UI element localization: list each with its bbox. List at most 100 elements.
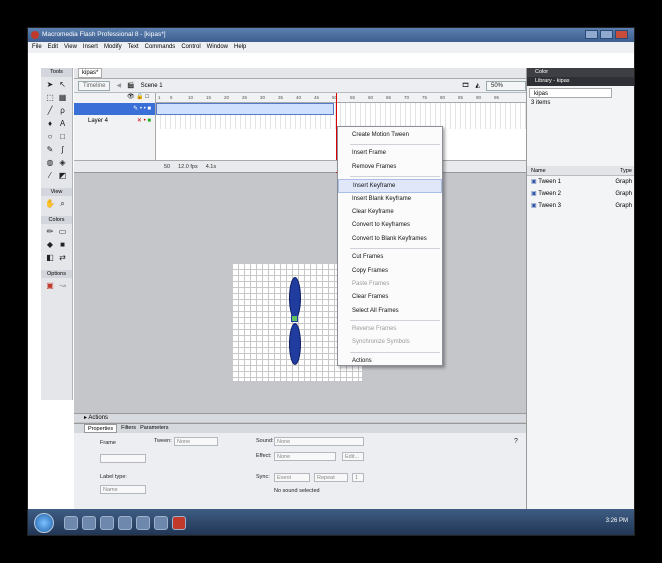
subselect-tool-icon[interactable]: ↖ — [58, 80, 68, 90]
menu-text[interactable]: Text — [128, 42, 139, 53]
arrow-tool-icon[interactable]: ➤ — [45, 80, 55, 90]
label-type-select[interactable]: Name — [100, 485, 146, 494]
stroke-color-icon[interactable]: ✏ — [45, 227, 55, 237]
edit-button[interactable]: Edit... — [342, 452, 364, 461]
menu-window[interactable]: Window — [207, 42, 228, 53]
tab-filters[interactable]: Filters — [121, 424, 136, 433]
stroke-swatch-icon[interactable]: ▭ — [58, 227, 68, 237]
layer-row[interactable]: Layer 4 ✕ • ■ — [74, 115, 155, 127]
lasso-tool-icon[interactable]: ρ — [58, 106, 68, 116]
free-transform-icon[interactable]: ⬚ — [45, 93, 55, 103]
start-button[interactable] — [34, 513, 54, 533]
library-item[interactable]: Tween 2 Graph — [527, 188, 634, 200]
context-menu-item[interactable]: Clear Keyframe — [338, 206, 442, 219]
taskbar-app-icon[interactable] — [118, 516, 132, 530]
fill-color-icon[interactable]: ◆ — [45, 240, 55, 250]
library-item[interactable]: Tween 1 Graph — [527, 176, 634, 188]
repeat-count[interactable]: 1 — [352, 473, 364, 482]
sound-select[interactable]: None — [274, 437, 364, 446]
column-name[interactable]: Name — [531, 166, 546, 175]
minimize-button[interactable] — [585, 30, 598, 39]
library-panel-header[interactable]: Library - kipas — [527, 77, 634, 86]
oval-tool-icon[interactable]: ○ — [45, 132, 55, 142]
maximize-button[interactable] — [600, 30, 613, 39]
actions-panel-bar[interactable]: ▸ Actions — [74, 413, 526, 422]
no-sound-text: No sound selected — [274, 488, 320, 494]
tween-select[interactable]: None — [174, 437, 218, 446]
menu-view[interactable]: View — [64, 42, 77, 53]
context-menu-item[interactable]: Convert to Blank Keyframes — [338, 233, 442, 246]
menu-insert[interactable]: Insert — [83, 42, 98, 53]
taskbar-flash-icon[interactable] — [172, 516, 186, 530]
context-menu-item[interactable]: Remove Frames — [338, 161, 442, 174]
snap-magnet-icon[interactable]: ▣ — [45, 281, 55, 291]
menu-commands[interactable]: Commands — [145, 42, 176, 53]
context-menu-item[interactable]: Create Motion Tween — [338, 129, 442, 142]
pen-tool-icon[interactable]: ♦ — [45, 119, 55, 129]
sync-select[interactable]: Event — [274, 473, 310, 482]
edit-scene-icon[interactable]: 🎞 — [462, 82, 470, 89]
color-panel-header[interactable]: Color — [527, 68, 634, 77]
menu-file[interactable]: File — [32, 42, 42, 53]
context-menu-item[interactable]: Cut Frames — [338, 251, 442, 264]
library-item[interactable]: Tween 3 Graph — [527, 200, 634, 212]
menu-help[interactable]: Help — [234, 42, 246, 53]
repeat-select[interactable]: Repeat — [314, 473, 348, 482]
hand-tool-icon[interactable]: ✋ — [45, 199, 55, 209]
line-tool-icon[interactable]: ╱ — [45, 106, 55, 116]
back-arrow-icon[interactable]: ◀ — [116, 82, 121, 89]
menu-modify[interactable]: Modify — [104, 42, 122, 53]
close-button[interactable] — [615, 30, 628, 39]
context-menu-item[interactable]: Insert Frame — [338, 147, 442, 160]
document-tab[interactable]: kipas* — [78, 68, 103, 78]
fan-blade-top[interactable] — [289, 277, 301, 319]
column-type[interactable]: Type — [620, 166, 632, 175]
effect-select[interactable]: None — [274, 452, 336, 461]
rectangle-tool-icon[interactable]: □ — [58, 132, 68, 142]
fill-swatch-icon[interactable]: ■ — [58, 240, 68, 250]
context-menu-item[interactable]: Insert Blank Keyframe — [338, 193, 442, 206]
black-white-icon[interactable]: ◧ — [45, 253, 55, 263]
scene-label[interactable]: Scene 1 — [141, 83, 163, 89]
smooth-icon[interactable]: ↝ — [58, 281, 68, 291]
context-menu-item[interactable]: Actions — [338, 355, 442, 368]
zoom-select[interactable]: 50% — [486, 80, 526, 91]
frame-rate[interactable]: 12.0 fps — [178, 161, 198, 172]
gradient-transform-icon[interactable]: ▦ — [58, 93, 68, 103]
taskbar-app-icon[interactable] — [136, 516, 150, 530]
eraser-icon[interactable]: ◩ — [58, 171, 68, 181]
eyedropper-icon[interactable]: ⁄ — [45, 171, 55, 181]
pivot-point[interactable] — [291, 315, 298, 322]
help-icon[interactable]: ? — [514, 438, 518, 445]
timeline-button[interactable]: Timeline — [78, 80, 111, 91]
context-menu-item[interactable]: Copy Frames — [338, 265, 442, 278]
paint-bucket-icon[interactable]: ◈ — [58, 158, 68, 168]
taskbar-clock[interactable]: 3:26 PM — [606, 518, 628, 524]
layer-row-selected[interactable]: ✎ • • ■ — [74, 103, 155, 115]
context-menu-item[interactable]: Clear Frames — [338, 291, 442, 304]
frame-name-field[interactable] — [100, 454, 146, 463]
library-item-type: Graph — [615, 191, 632, 197]
taskbar-app-icon[interactable] — [154, 516, 168, 530]
fan-blade-bottom[interactable] — [289, 323, 301, 365]
context-menu-item[interactable]: Insert Keyframe — [338, 179, 442, 193]
taskbar-explorer-icon[interactable] — [82, 516, 96, 530]
pencil-tool-icon[interactable]: ✎ — [45, 145, 55, 155]
swap-colors-icon[interactable]: ⇄ — [58, 253, 68, 263]
taskbar-media-icon[interactable] — [100, 516, 114, 530]
text-tool-icon[interactable]: A — [58, 119, 68, 129]
menu-edit[interactable]: Edit — [48, 42, 58, 53]
taskbar-ie-icon[interactable] — [64, 516, 78, 530]
library-select[interactable]: kipas — [529, 88, 612, 98]
options-section-label: Options — [41, 270, 72, 278]
tab-properties[interactable]: Properties — [84, 424, 118, 433]
menu-control[interactable]: Control — [181, 42, 200, 53]
tab-parameters[interactable]: Parameters — [140, 424, 168, 433]
zoom-tool-icon[interactable]: ⌕ — [58, 199, 68, 209]
context-menu-item[interactable]: Convert to Keyframes — [338, 219, 442, 232]
context-menu-item[interactable]: Select All Frames — [338, 305, 442, 318]
brush-tool-icon[interactable]: ∫ — [58, 145, 68, 155]
ink-bottle-icon[interactable]: ◍ — [45, 158, 55, 168]
edit-symbol-icon[interactable]: ◭ — [475, 82, 480, 89]
selected-frame-span[interactable] — [156, 103, 334, 115]
